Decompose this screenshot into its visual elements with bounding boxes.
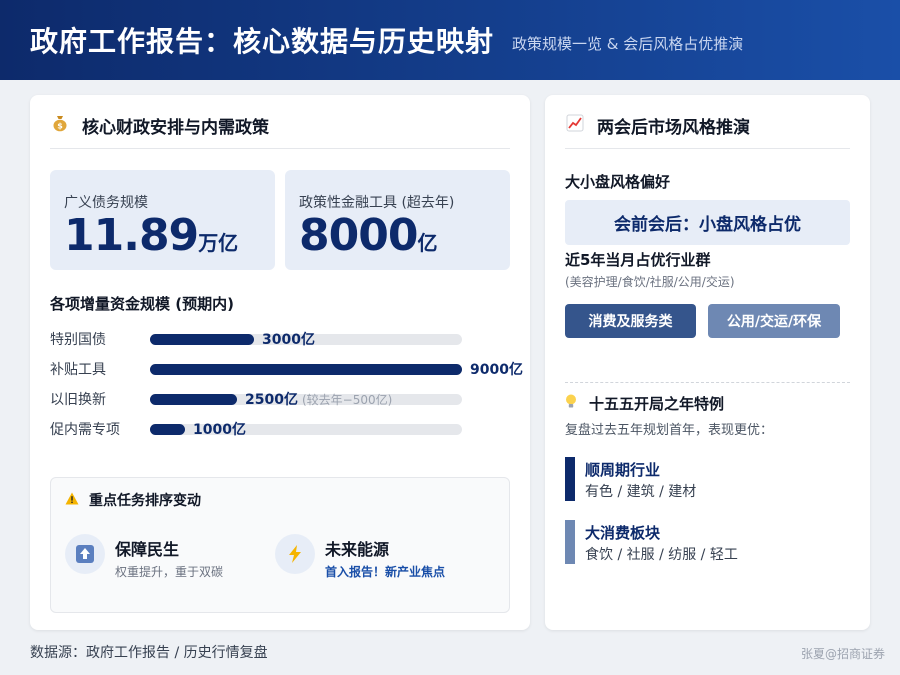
chart-up-icon <box>565 113 585 133</box>
industry-title: 近5年当月占优行业群 <box>565 251 711 269</box>
tasks-title: 重点任务排序变动 <box>65 490 201 510</box>
stat-label: 政策性金融工具 (超去年) <box>299 195 455 211</box>
funding-section-title: 各项增量资金规模 (预期内) <box>50 295 234 313</box>
author-credit: 张夏@招商证券 <box>800 647 885 661</box>
fiscal-policy-card: $ 核心财政安排与内需政策 广义债务规模 11.89万亿 政策性金融工具 (超去… <box>30 95 530 630</box>
task-desc: 首入报告！新产业焦点 <box>325 565 446 579</box>
bar-fill <box>150 334 254 345</box>
stat-debt-scale: 广义债务规模 11.89万亿 <box>50 170 275 270</box>
accent-bar <box>565 457 575 501</box>
bar-label: 补贴工具 <box>50 362 106 378</box>
funding-bar-row: 促内需专项 1000亿 <box>50 419 530 439</box>
consumer-services-button[interactable]: 消费及服务类 <box>565 304 696 338</box>
consumer-sector: 大消费板块 食饮 / 社服 / 纺服 / 轻工 <box>565 520 850 564</box>
item-title: 顺周期行业 <box>585 461 661 479</box>
stat-label: 广义债务规模 <box>64 195 148 211</box>
industry-list: (美容护理/食饮/社服/公用/交运) <box>565 275 735 289</box>
bar-value: 1000亿 <box>193 422 246 438</box>
item-desc: 有色 / 建筑 / 建材 <box>585 484 697 500</box>
task-title: 保障民生 <box>115 540 180 559</box>
key-tasks-box: 重点任务排序变动 保障民生 权重提升，重于双碳 未来能源 首入报告！新产业焦点 <box>50 477 510 613</box>
market-style-card: 两会后市场风格推演 大小盘风格偏好 会前会后：小盘风格占优 近5年当月占优行业群… <box>545 95 870 630</box>
bar-label: 特别国债 <box>50 332 106 348</box>
bar-value: 9000亿 <box>470 362 523 378</box>
card-title-text: 两会后市场风格推演 <box>597 118 750 138</box>
stat-value: 8000亿 <box>299 210 438 261</box>
bar-fill <box>150 364 462 375</box>
utilities-transport-button[interactable]: 公用/交运/环保 <box>708 304 840 338</box>
bar-value: 2500亿 (较去年−500亿) <box>245 392 393 408</box>
lightbulb-icon <box>565 394 577 413</box>
bar-fill <box>150 424 185 435</box>
stat-unit: 亿 <box>417 231 438 255</box>
warning-icon <box>65 492 79 509</box>
bar-label: 促内需专项 <box>50 422 120 438</box>
lightning-icon <box>275 534 315 574</box>
item-title: 大消费板块 <box>585 524 661 542</box>
divider <box>565 382 850 383</box>
card-title: 两会后市场风格推演 <box>565 113 850 149</box>
cyclical-industries: 顺周期行业 有色 / 建筑 / 建材 <box>565 457 850 501</box>
bar-value: 3000亿 <box>262 332 315 348</box>
card-title-text: 核心财政安排与内需政策 <box>82 118 269 138</box>
stat-value: 11.89万亿 <box>64 210 239 261</box>
data-source: 数据源：政府工作报告 / 历史行情复盘 <box>30 645 268 661</box>
size-pref-title: 大小盘风格偏好 <box>565 173 671 191</box>
bar-track <box>150 364 462 375</box>
bar-label: 以旧换新 <box>50 392 106 408</box>
stat-policy-finance: 政策性金融工具 (超去年) 8000亿 <box>285 170 510 270</box>
special-desc: 复盘过去五年规划首年，表现更优： <box>565 423 774 438</box>
bar-fill <box>150 394 237 405</box>
up-arrow-icon <box>65 534 105 574</box>
style-banner: 会前会后：小盘风格占优 <box>565 200 850 245</box>
funding-bar-row: 特别国债 3000亿 <box>50 329 530 349</box>
page-subtitle: 政策规模一览 & 会后风格占优推演 <box>512 34 744 53</box>
task-desc: 权重提升，重于双碳 <box>115 565 224 579</box>
task-title: 未来能源 <box>325 540 390 559</box>
special-title: 十五五开局之年特例 <box>565 393 724 414</box>
svg-text:$: $ <box>57 122 63 131</box>
funding-bar-row: 以旧换新 2500亿 (较去年−500亿) <box>50 389 530 409</box>
header: 政府工作报告：核心数据与历史映射 政策规模一览 & 会后风格占优推演 <box>0 0 900 80</box>
bar-note: (较去年−500亿) <box>301 393 393 407</box>
page-title: 政府工作报告：核心数据与历史映射 <box>30 25 495 58</box>
card-title: $ 核心财政安排与内需政策 <box>50 113 510 149</box>
money-bag-icon: $ <box>50 113 70 133</box>
funding-bar-row: 补贴工具 9000亿 <box>50 359 530 379</box>
task-livelihood: 保障民生 权重提升，重于双碳 <box>65 534 223 580</box>
item-desc: 食饮 / 社服 / 纺服 / 轻工 <box>585 547 738 563</box>
accent-bar <box>565 520 575 564</box>
task-future-energy: 未来能源 首入报告！新产业焦点 <box>275 534 445 580</box>
stat-unit: 万亿 <box>198 231 239 255</box>
